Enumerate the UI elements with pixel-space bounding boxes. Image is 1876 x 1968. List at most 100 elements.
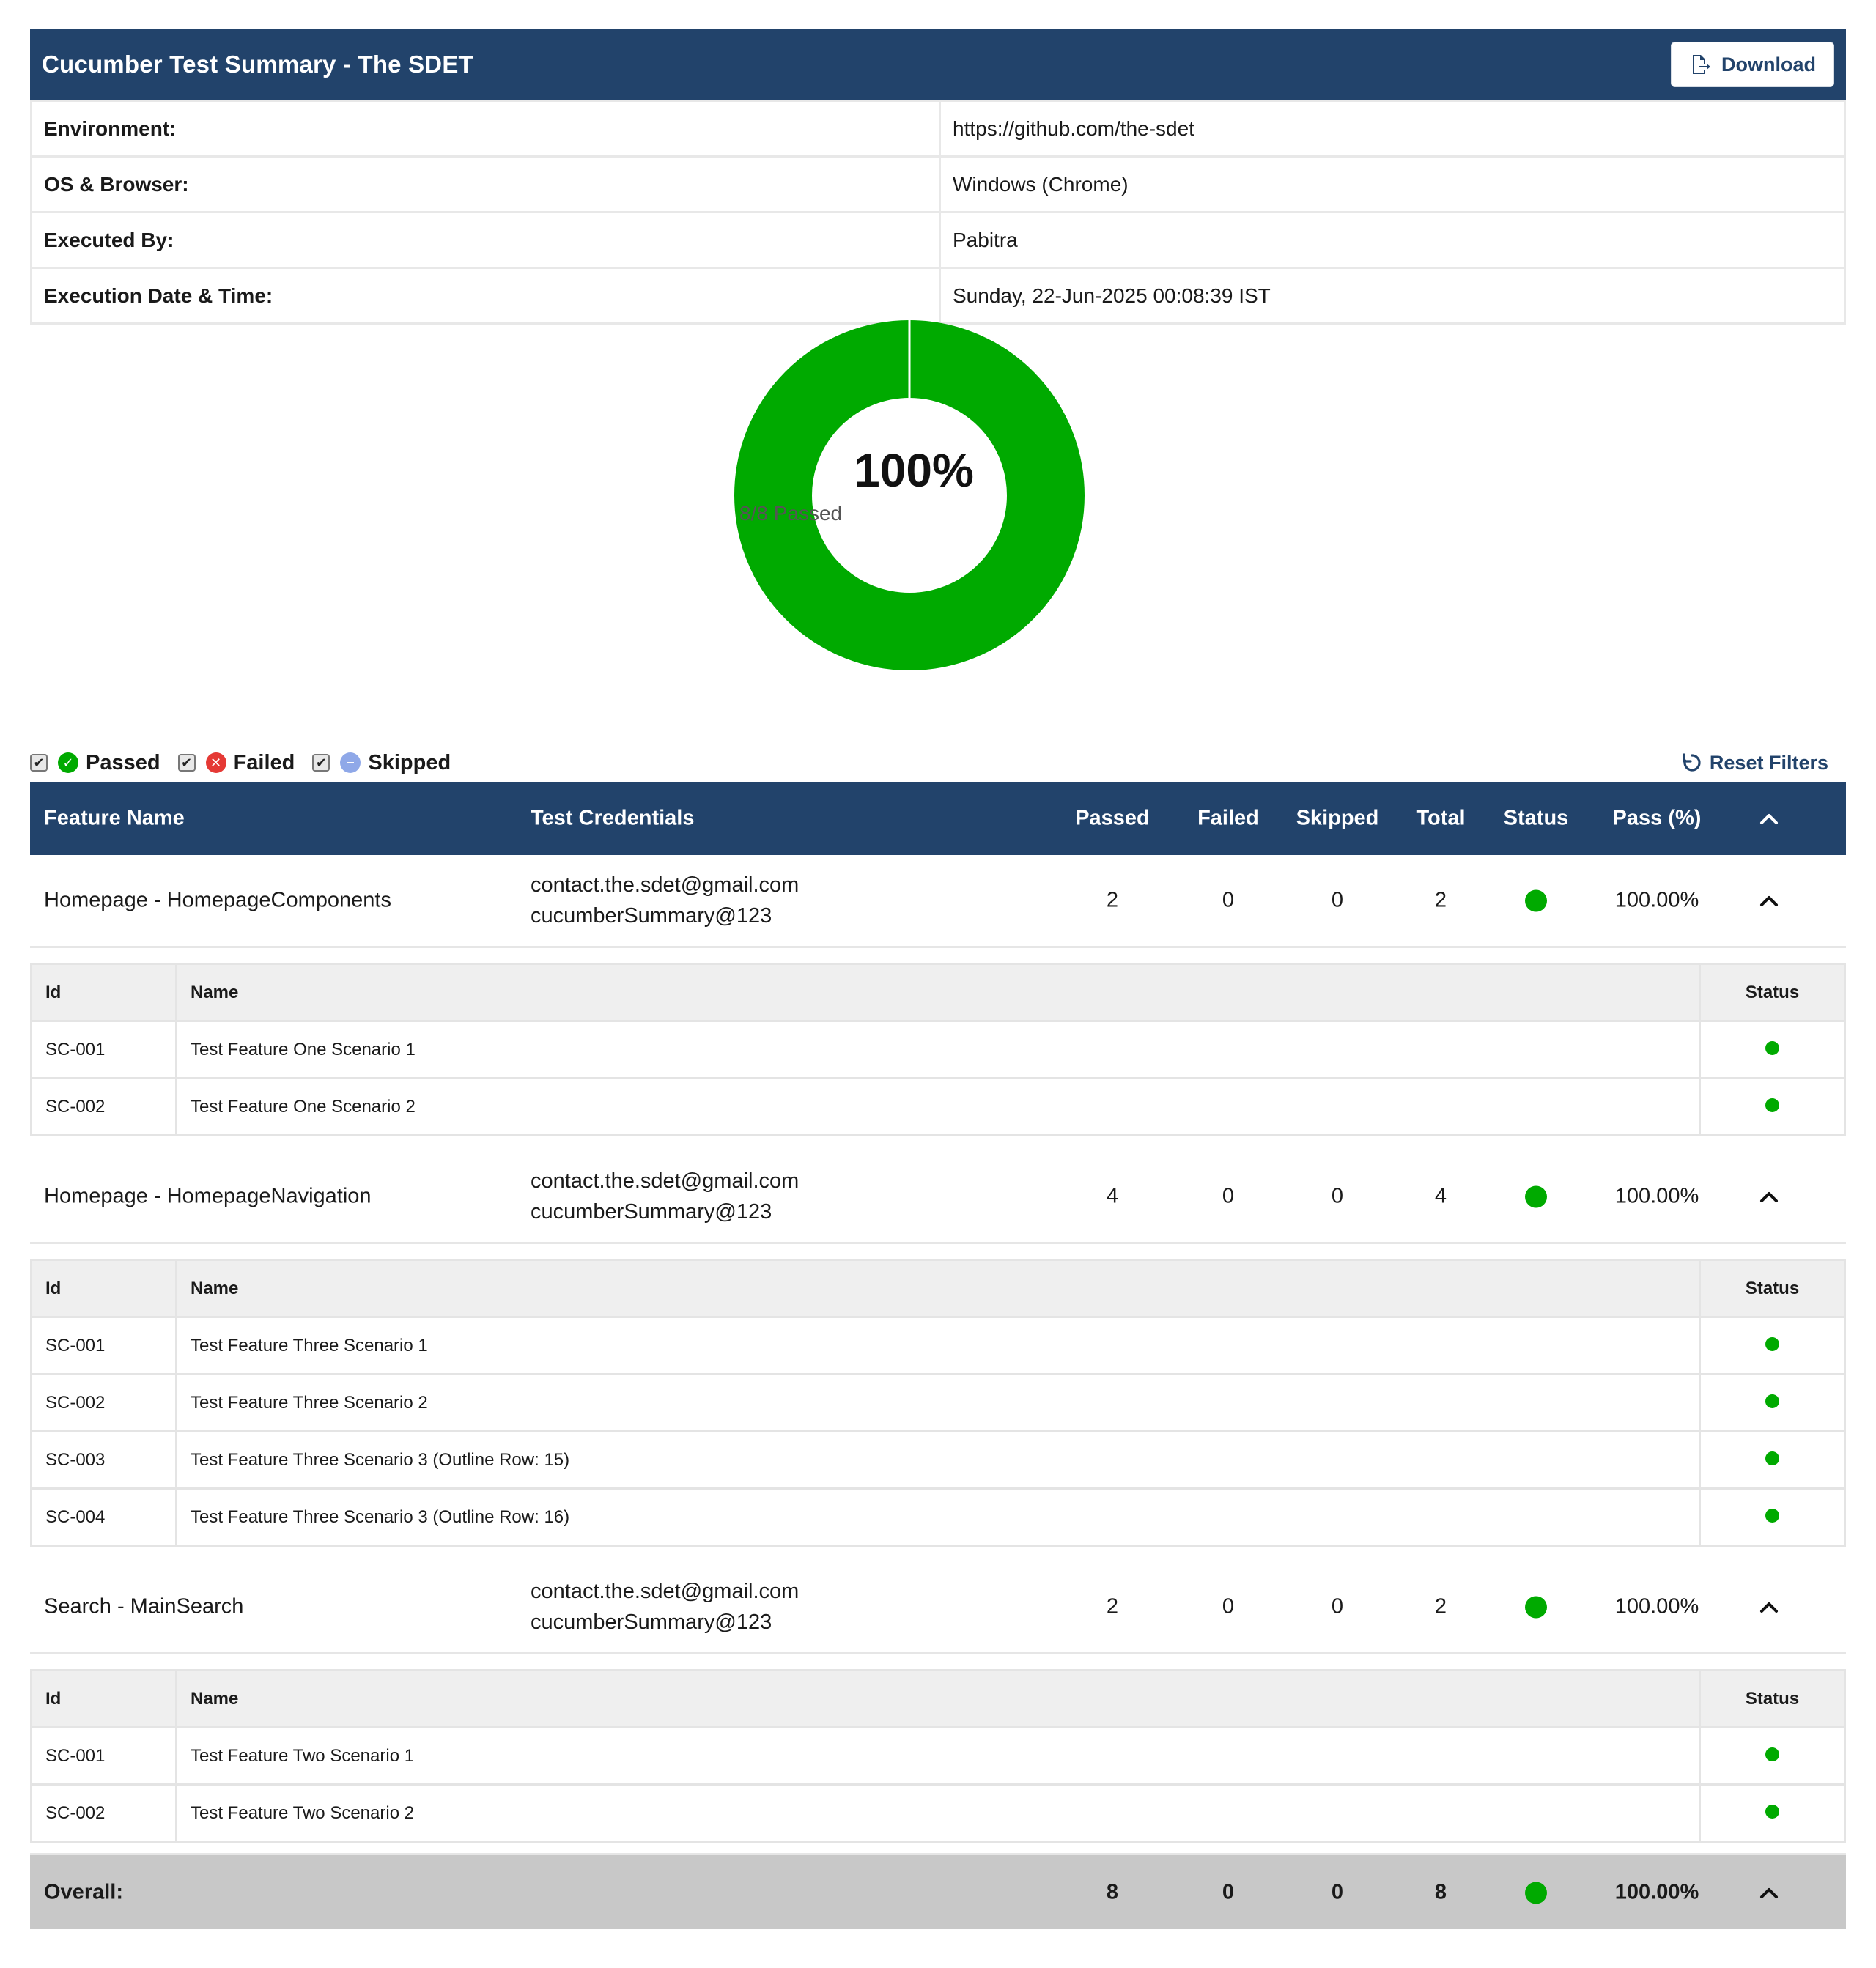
- header-pass-percent[interactable]: Pass (%): [1591, 807, 1723, 831]
- feature-passed: 2: [1106, 888, 1119, 912]
- feature-status-dot: [1488, 889, 1584, 913]
- donut-subtitle: 8/8 Passed: [739, 502, 843, 525]
- feature-total: 2: [1434, 888, 1447, 912]
- feature-failed: 0: [1222, 1594, 1235, 1619]
- scenario-row[interactable]: SC-002 Test Feature Two Scenario 2: [30, 1783, 1846, 1843]
- header-failed[interactable]: Failed: [1188, 807, 1268, 831]
- scenario-status-dot: [1699, 1783, 1846, 1843]
- header-total[interactable]: Total: [1408, 807, 1474, 831]
- overall-chevron-icon[interactable]: [1759, 1886, 1803, 1899]
- feature-status-dot: [1488, 1185, 1584, 1209]
- scenario-header-name: Name: [175, 1669, 1701, 1728]
- checkbox-icon[interactable]: ✔: [177, 754, 196, 772]
- feature-row[interactable]: Search - MainSearch contact.the.sdet@gmai…: [30, 1561, 1846, 1654]
- feature-row[interactable]: Homepage - HomepageNavigation contact.the…: [30, 1151, 1846, 1244]
- report-container: Cucumber Test Summary - The SDET Downloa…: [30, 29, 1846, 325]
- scenario-row[interactable]: SC-002 Test Feature Three Scenario 2: [30, 1373, 1846, 1432]
- scenario-name: Test Feature Three Scenario 3 (Outline R…: [175, 1487, 1701, 1547]
- scenario-row[interactable]: SC-004 Test Feature Three Scenario 3 (Out…: [30, 1487, 1846, 1547]
- scenario-header-status: Status: [1699, 963, 1846, 1022]
- scenario-status-dot: [1699, 1726, 1846, 1786]
- scenario-row[interactable]: SC-001 Test Feature Two Scenario 1: [30, 1726, 1846, 1786]
- feature-name: Homepage - HomepageComponents: [44, 888, 391, 912]
- environment-table: Environment: https://github.com/the-sdet O…: [30, 100, 1846, 325]
- env-row: OS & Browser: Windows (Chrome): [30, 155, 1846, 213]
- collapse-all-chevron-icon[interactable]: [1759, 812, 1803, 825]
- file-export-icon: [1693, 55, 1710, 74]
- filter-failed[interactable]: ✔ ✕ Failed: [177, 751, 295, 775]
- scenario-name: Test Feature Three Scenario 2: [175, 1373, 1701, 1432]
- overall-failed: 0: [1222, 1880, 1235, 1904]
- scenario-header-name: Name: [175, 1259, 1701, 1318]
- scenario-header-id: Id: [30, 1259, 177, 1318]
- overall-status-dot: [1488, 1880, 1584, 1904]
- header-skipped[interactable]: Skipped: [1290, 807, 1385, 831]
- feature-pass-percent: 100.00%: [1614, 888, 1699, 912]
- checkbox-icon[interactable]: ✔: [30, 754, 48, 772]
- header-status[interactable]: Status: [1488, 807, 1584, 831]
- header-test-credentials[interactable]: Test Credentials: [531, 807, 694, 831]
- scenario-id: SC-002: [30, 1783, 177, 1843]
- chevron-up-icon[interactable]: [1759, 894, 1803, 907]
- env-row: Execution Date & Time: Sunday, 22-Jun-202…: [30, 267, 1846, 325]
- scenario-status-dot: [1699, 1316, 1846, 1375]
- chevron-up-icon[interactable]: [1759, 1600, 1803, 1613]
- feature-pass-percent: 100.00%: [1614, 1594, 1699, 1619]
- feature-failed: 0: [1222, 1184, 1235, 1208]
- filter-passed-label: Passed: [86, 750, 160, 774]
- scenario-header-id: Id: [30, 963, 177, 1022]
- filter-skipped[interactable]: ✔ − Skipped: [312, 751, 451, 775]
- chevron-up-icon[interactable]: [1759, 1190, 1803, 1203]
- feature-skipped: 0: [1331, 888, 1344, 912]
- overall-total: 8: [1434, 1880, 1447, 1904]
- x-circle-icon: ✕: [205, 752, 226, 773]
- scenario-header-row: Id Name Status: [30, 1259, 1846, 1318]
- download-button[interactable]: Download: [1671, 42, 1834, 87]
- env-value: Windows (Chrome): [939, 155, 1846, 213]
- header-feature-name[interactable]: Feature Name: [44, 807, 185, 831]
- filter-skipped-label: Skipped: [368, 750, 451, 774]
- scenario-row[interactable]: SC-001 Test Feature One Scenario 1: [30, 1020, 1846, 1079]
- page-title: Cucumber Test Summary - The SDET: [42, 51, 473, 78]
- scenario-name: Test Feature Three Scenario 3 (Outline R…: [175, 1430, 1701, 1490]
- feature-credentials: contact.the.sdet@gmail.com cucumberSummar…: [531, 870, 799, 931]
- scenario-row[interactable]: SC-003 Test Feature Three Scenario 3 (Out…: [30, 1430, 1846, 1490]
- scenario-header-status: Status: [1699, 1669, 1846, 1728]
- feature-table: Feature Name Test Credentials Passed Fai…: [30, 782, 1846, 1929]
- reset-filters-button[interactable]: Reset Filters: [1682, 745, 1828, 780]
- minus-circle-icon: −: [340, 752, 361, 773]
- feature-status-dot: [1488, 1595, 1584, 1619]
- scenario-header-name: Name: [175, 963, 1701, 1022]
- undo-icon: [1683, 753, 1701, 772]
- scenario-row[interactable]: SC-001 Test Feature Three Scenario 1: [30, 1316, 1846, 1375]
- scenario-name: Test Feature Two Scenario 2: [175, 1783, 1701, 1843]
- scenario-table: Id Name Status SC-001 Test Feature Three Sce…: [30, 1259, 1846, 1547]
- feature-row[interactable]: Homepage - HomepageComponents contact.the…: [30, 855, 1846, 948]
- feature-total: 4: [1434, 1184, 1447, 1208]
- checkbox-icon[interactable]: ✔: [312, 754, 330, 772]
- feature-credentials: contact.the.sdet@gmail.com cucumberSummar…: [531, 1576, 799, 1638]
- scenario-name: Test Feature Three Scenario 1: [175, 1316, 1701, 1375]
- scenario-status-dot: [1699, 1077, 1846, 1136]
- scenario-id: SC-001: [30, 1316, 177, 1375]
- scenario-status-dot: [1699, 1373, 1846, 1432]
- report-header: Cucumber Test Summary - The SDET Downloa…: [30, 29, 1846, 100]
- filter-passed[interactable]: ✔ ✓ Passed: [30, 751, 160, 775]
- pass-donut-chart: 100% 8/8 Passed: [734, 319, 1085, 671]
- scenario-id: SC-002: [30, 1077, 177, 1136]
- scenario-header-id: Id: [30, 1669, 177, 1728]
- scenario-header-row: Id Name Status: [30, 1669, 1846, 1728]
- scenario-row[interactable]: SC-002 Test Feature One Scenario 2: [30, 1077, 1846, 1136]
- env-key: OS & Browser:: [30, 155, 941, 213]
- scenario-id: SC-001: [30, 1726, 177, 1786]
- scenario-status-dot: [1699, 1020, 1846, 1079]
- donut-percent: 100%: [854, 444, 974, 497]
- overall-passed: 8: [1106, 1880, 1119, 1904]
- env-row: Executed By: Pabitra: [30, 211, 1846, 269]
- header-passed[interactable]: Passed: [1072, 807, 1153, 831]
- feature-pass-percent: 100.00%: [1614, 1184, 1699, 1208]
- scenario-table: Id Name Status SC-001 Test Feature One Scena…: [30, 963, 1846, 1136]
- feature-credentials: contact.the.sdet@gmail.com cucumberSummar…: [531, 1166, 799, 1227]
- env-key: Executed By:: [30, 211, 941, 269]
- credential-email: contact.the.sdet@gmail.com: [531, 1580, 799, 1603]
